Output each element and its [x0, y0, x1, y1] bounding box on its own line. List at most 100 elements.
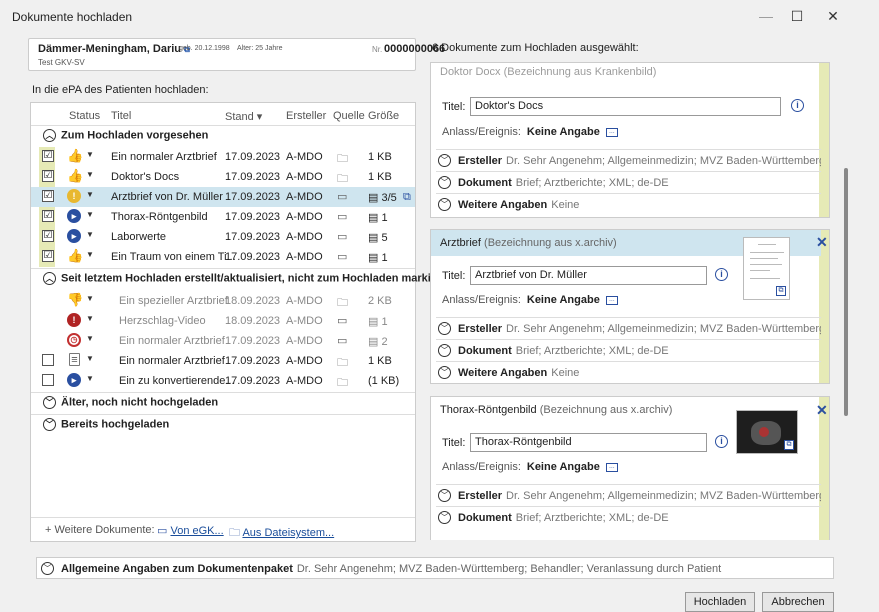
chevron-down-icon[interactable]: ▼ — [86, 250, 94, 259]
table-row[interactable]: ☑ ▸ ▼ Thorax-Röntgenbild 17.09.2023 A-MDO… — [31, 207, 415, 227]
chevron-down-icon[interactable]: ▼ — [86, 230, 94, 239]
ersteller-expander[interactable]: ﹀ Ersteller Dr. Sehr Angenehm; Allgemeinme… — [436, 149, 821, 171]
chevron-down-icon[interactable]: ﹀ — [438, 366, 451, 379]
group-bereits[interactable]: ﹀ Bereits hochgeladen — [43, 418, 169, 431]
info-icon[interactable]: i — [791, 99, 804, 112]
open-preview-icon[interactable]: ⧉ — [776, 286, 786, 296]
title-input[interactable]: Thorax-Röntgenbild — [470, 433, 707, 452]
row-checkbox[interactable]: ☑ — [42, 250, 54, 262]
chevron-down-icon[interactable]: ﹀ — [41, 562, 54, 575]
table-row[interactable]: ☑ 👍 ▼ Doktor's Docs 17.09.2023 A-MDO 🗀 1 … — [31, 167, 415, 187]
row-checkbox[interactable] — [42, 374, 54, 386]
chevron-down-icon[interactable]: ▼ — [86, 190, 94, 199]
table-row[interactable]: ! ▼ Herzschlag-Video 18.09.2023 A-MDO ▭ ▤… — [31, 311, 415, 331]
row-checkbox[interactable]: ☑ — [42, 190, 54, 202]
thumbs-up-icon: 👍 — [67, 248, 84, 263]
dokument-expander[interactable]: ﹀ Dokument Brief; Arztberichte; XML; de-DE — [436, 171, 821, 193]
paket-expander[interactable]: ﹀ Allgemeine Angaben zum Dokumentenpaket… — [36, 557, 834, 579]
row-date: 17.09.2023 — [225, 355, 281, 367]
row-checkbox[interactable] — [42, 354, 54, 366]
chevron-down-icon[interactable]: ▼ — [86, 210, 94, 219]
row-checkbox[interactable]: ☑ — [42, 170, 54, 182]
close-window-button[interactable]: ✕ — [818, 6, 848, 26]
edit-anlass-button[interactable]: … — [605, 462, 618, 472]
col-status[interactable]: Status — [69, 110, 100, 122]
open-preview-icon[interactable]: ⧉ — [784, 440, 794, 450]
chevron-down-icon[interactable]: ﹀ — [438, 344, 451, 357]
col-title[interactable]: Titel — [111, 110, 131, 122]
col-groesse[interactable]: Größe — [368, 110, 399, 122]
chevron-down-icon[interactable]: ▼ — [86, 354, 94, 363]
ersteller-expander[interactable]: ﹀ Ersteller Dr. Sehr Angenehm; Allgemeinme… — [436, 317, 821, 339]
from-egk-text[interactable]: Von eGK... — [170, 525, 223, 537]
row-size: ▤ 1 — [368, 212, 388, 224]
upload-button[interactable]: Hochladen — [685, 592, 755, 612]
xray-preview[interactable]: ⧉ — [736, 410, 798, 454]
weitere-expander[interactable]: ﹀ Weitere Angaben Keine — [436, 361, 821, 383]
document-preview[interactable]: ⧉ — [743, 237, 790, 300]
patient-name-text: Dämmer-Meningham, Dariu — [38, 43, 182, 55]
remove-card-thorax-button[interactable]: ✕ — [816, 402, 828, 419]
edit-anlass-button[interactable]: … — [605, 127, 618, 137]
chevron-down-icon[interactable]: ▼ — [86, 294, 94, 303]
chevron-down-icon[interactable]: ﹀ — [438, 154, 451, 167]
group-seit-letztem[interactable]: ︿ Seit letztem Hochladen erstellt/aktuali… — [43, 272, 445, 285]
chevron-down-icon[interactable]: ﹀ — [43, 396, 56, 409]
chevron-down-icon[interactable]: ▼ — [86, 314, 94, 323]
chevron-down-icon[interactable]: ﹀ — [438, 489, 451, 502]
chevron-down-icon[interactable]: ﹀ — [438, 198, 451, 211]
chevron-down-icon[interactable]: ▼ — [86, 334, 94, 343]
chevron-down-icon[interactable]: ▼ — [86, 374, 94, 383]
ersteller-expander[interactable]: ﹀ Ersteller Dr. Sehr Angenehm; Allgemeinme… — [436, 484, 821, 506]
from-filesystem-link[interactable]: 🗀 Aus Dateisystem... — [229, 524, 334, 543]
weitere-expander[interactable]: ﹀ Weitere Angaben Keine — [436, 193, 821, 215]
table-row[interactable]: ☑ 👍 ▼ Ein Traum von einem Ti... 17.09.202… — [31, 247, 415, 267]
table-row-selected[interactable]: ☑ ! ▼ Arztbrief von Dr. Müller 17.09.2023… — [31, 187, 415, 207]
chevron-down-icon[interactable]: ﹀ — [438, 511, 451, 524]
row-size: 1 KB — [368, 355, 392, 367]
edit-anlass-button[interactable]: … — [605, 295, 618, 305]
chevron-down-icon[interactable]: ﹀ — [438, 322, 451, 335]
warning-icon: ! — [67, 189, 81, 203]
group-zum-hochladen[interactable]: ︿ Zum Hochladen vorgesehen — [43, 129, 208, 142]
from-filesystem-text[interactable]: Aus Dateisystem... — [242, 527, 334, 539]
table-row[interactable]: ▸ ▼ Ein zu konvertierende... 17.09.2023 A… — [31, 371, 415, 391]
col-quelle[interactable]: Quelle — [333, 110, 365, 122]
row-size-value: 1 — [381, 316, 388, 328]
remove-card-arztbrief-button[interactable]: ✕ — [816, 234, 828, 251]
scrollbar[interactable] — [844, 168, 848, 416]
dokument-expander[interactable]: ﹀ Dokument Brief; Arztberichte; XML; de-DE — [436, 339, 821, 361]
chevron-up-icon[interactable]: ︿ — [43, 129, 56, 142]
chevron-down-icon[interactable]: ﹀ — [43, 418, 56, 431]
table-row[interactable]: ◷ ▼ Ein normaler Arztbrief 17.09.2023 A-M… — [31, 331, 415, 351]
info-icon[interactable]: i — [715, 268, 728, 281]
chevron-down-icon[interactable]: ﹀ — [438, 176, 451, 189]
table-row[interactable]: ≡ ▼ Ein normaler Arztbrief 17.09.2023 A-M… — [31, 351, 415, 371]
row-checkbox[interactable]: ☑ — [42, 210, 54, 222]
archive-icon: ▭ — [337, 315, 348, 327]
chevron-down-icon[interactable]: ▼ — [86, 170, 94, 179]
preview-line — [750, 264, 782, 265]
group-label: Zum Hochladen vorgesehen — [61, 129, 209, 142]
row-checkbox[interactable]: ☑ — [42, 230, 54, 242]
cancel-button[interactable]: Abbrechen — [762, 592, 834, 612]
chevron-up-icon[interactable]: ︿ — [43, 272, 56, 285]
table-row[interactable]: ☑ ▸ ▼ Laborwerte 17.09.2023 A-MDO ▭ ▤ 5 — [31, 227, 415, 247]
col-ersteller[interactable]: Ersteller — [286, 110, 326, 122]
dokument-expander[interactable]: ﹀ Dokument Brief; Arztberichte; XML; de-DE — [436, 506, 821, 528]
minimize-button[interactable]: — — [751, 6, 781, 26]
chevron-down-icon[interactable]: ▼ — [86, 150, 94, 159]
card-header: Doktor Docx (Bezeichnung aus Krankenbild… — [431, 62, 821, 85]
table-row[interactable]: ☑ 👍 ▼ Ein normaler Arztbrief 17.09.2023 A… — [31, 147, 415, 167]
row-title: Doktor's Docs — [111, 171, 180, 183]
maximize-button[interactable]: ☐ — [782, 6, 812, 26]
table-row[interactable]: 👎 ▼ Ein spezieller Arztbrief 18.09.2023 A… — [31, 291, 415, 311]
info-icon[interactable]: i — [715, 435, 728, 448]
title-input[interactable]: Arztbrief von Dr. Müller — [470, 266, 707, 285]
group-aelter[interactable]: ﹀ Älter, noch nicht hochgeladen — [43, 396, 218, 409]
col-stand[interactable]: Stand ▾ — [225, 110, 262, 123]
open-external-icon[interactable]: ⧉ — [403, 191, 411, 204]
row-checkbox[interactable]: ☑ — [42, 150, 54, 162]
from-egk-link[interactable]: ▭ Von eGK... — [157, 524, 224, 537]
title-input[interactable]: Doktor's Docs — [470, 97, 781, 116]
